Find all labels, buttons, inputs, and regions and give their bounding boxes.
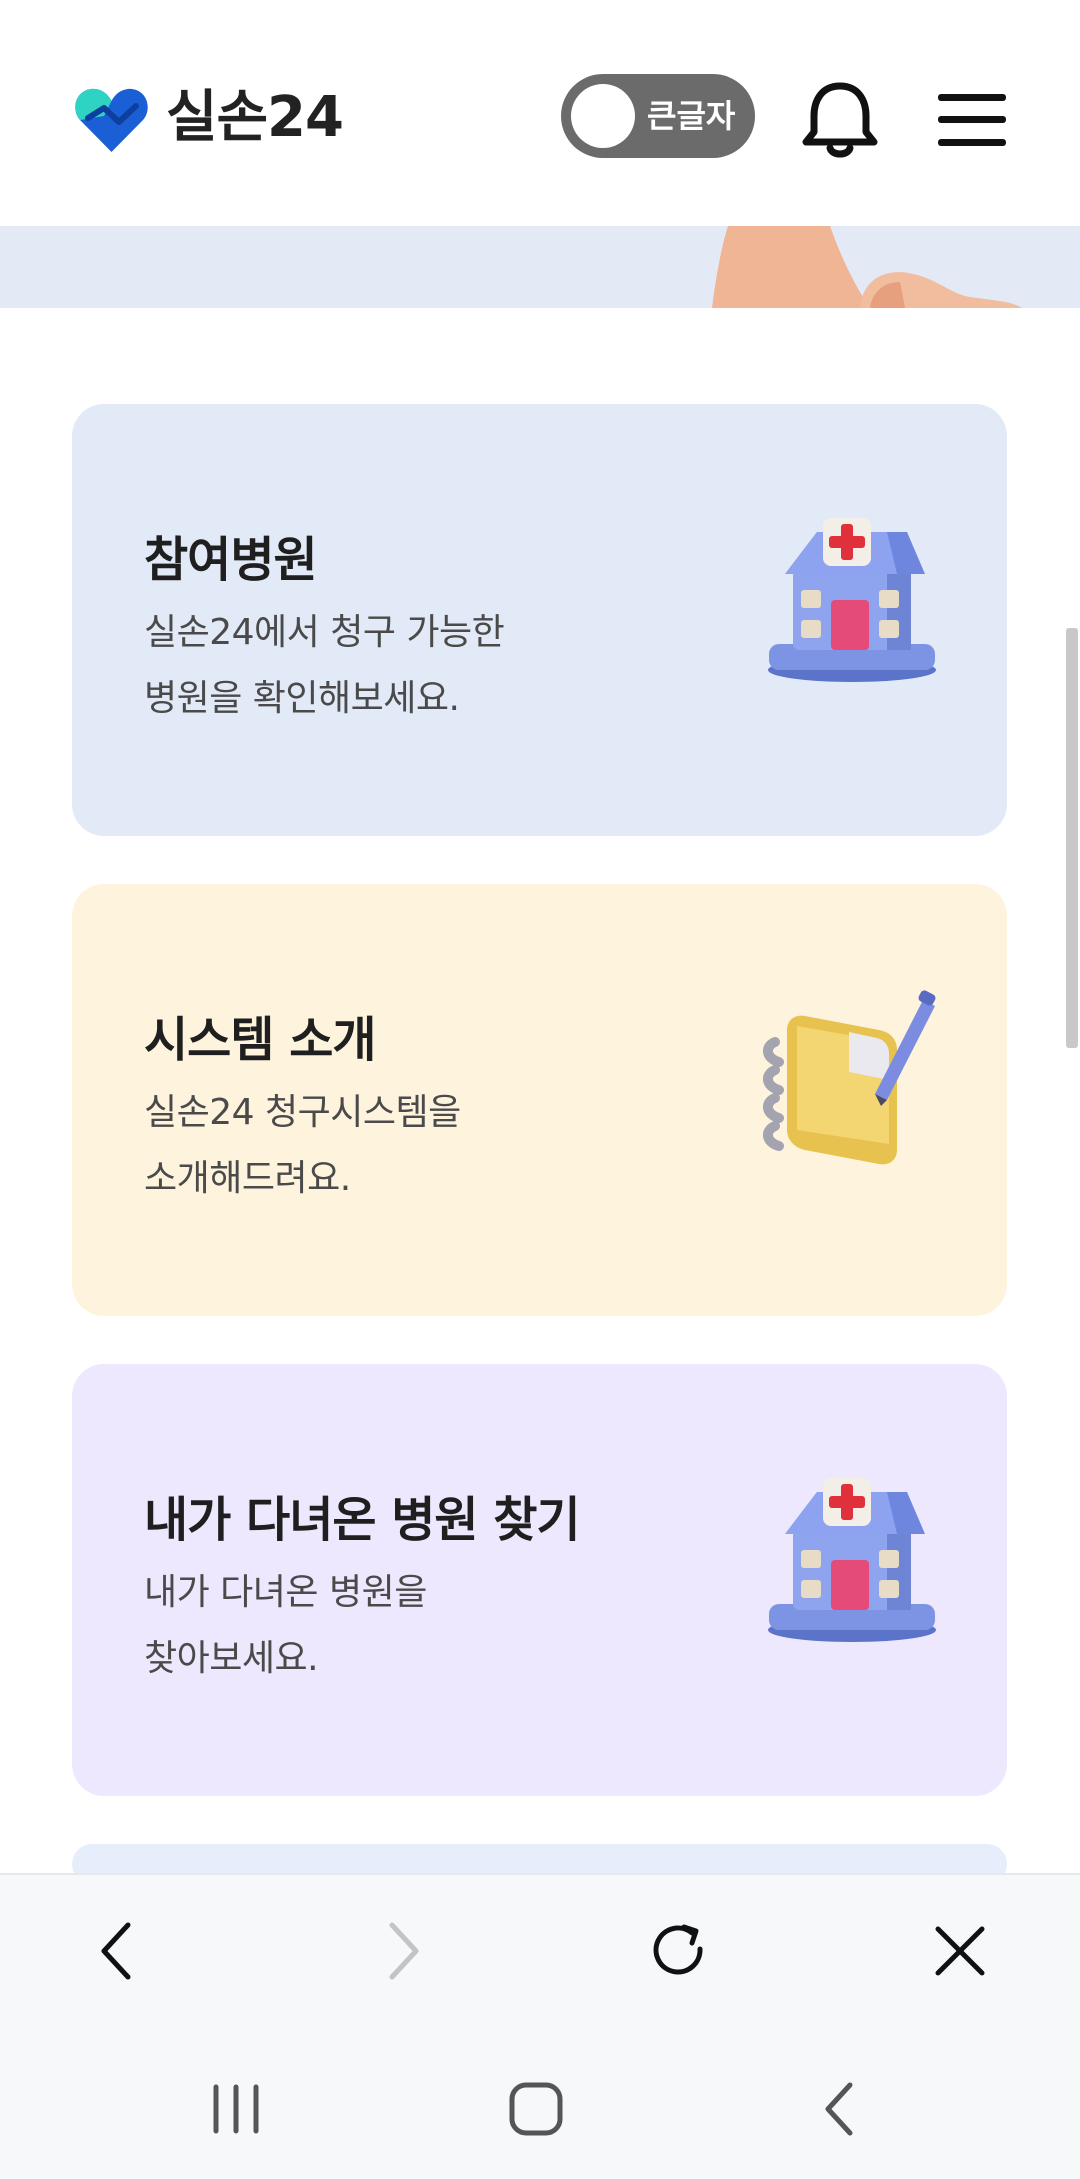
system-introduction-card[interactable]: 시스템 소개 실손24 청구시스템을 소개해드려요. [72, 884, 1007, 1316]
card-title: 시스템 소개 [144, 1012, 377, 1068]
heart-logo[interactable] [74, 86, 149, 152]
participating-hospitals-card[interactable]: 참여병원 실손24에서 청구 가능한 병원을 확인해보세요. [72, 404, 1007, 836]
card-desc-line: 병원을 확인해보세요. [144, 678, 460, 719]
card-desc-line: 소개해드려요. [144, 1158, 351, 1199]
card-desc-line: 내가 다녀온 병원을 [144, 1572, 427, 1613]
card-description: 실손24에서 청구 가능한 병원을 확인해보세요. [144, 600, 505, 732]
hospital-icon [768, 518, 936, 682]
notebook-pen-icon [763, 990, 936, 1165]
bell-icon[interactable] [798, 82, 882, 162]
close-icon[interactable] [928, 1919, 992, 1983]
toggle-label: 큰글자 [647, 97, 736, 135]
card-description: 실손24 청구시스템을 소개해드려요. [144, 1080, 461, 1212]
card-desc-line: 실손24 청구시스템을 [144, 1092, 461, 1133]
page-scrollbar[interactable] [1066, 628, 1078, 1048]
system-navigation-bar [0, 2021, 1080, 2179]
find-visited-hospital-card[interactable]: 내가 다녀온 병원 찾기 내가 다녀온 병원을 찾아보세요. [72, 1364, 1007, 1796]
home-icon[interactable] [504, 2077, 568, 2141]
reload-icon[interactable] [646, 1919, 710, 1983]
card-description: 내가 다녀온 병원을 찾아보세요. [144, 1560, 427, 1692]
card-desc-line: 찾아보세요. [144, 1638, 319, 1679]
card-title: 참여병원 [144, 532, 318, 588]
hand-illustration [712, 226, 1022, 308]
recent-apps-icon[interactable] [204, 2077, 268, 2141]
card-title: 내가 다녀온 병원 찾기 [144, 1492, 581, 1548]
card-desc-line: 실손24에서 청구 가능한 [144, 612, 505, 653]
back-icon[interactable] [88, 1919, 152, 1983]
browser-toolbar [0, 1873, 1080, 2023]
large-text-toggle[interactable]: 큰글자 [561, 74, 755, 158]
toggle-knob [571, 84, 635, 148]
hero-banner [0, 226, 1080, 308]
back-nav-icon[interactable] [808, 2077, 872, 2141]
header: 실손24 큰글자 [0, 0, 1080, 226]
hospital-icon [768, 1478, 936, 1642]
forward-icon[interactable] [368, 1919, 432, 1983]
hamburger-menu-icon[interactable] [936, 90, 1008, 150]
brand-name: 실손24 [166, 85, 344, 150]
